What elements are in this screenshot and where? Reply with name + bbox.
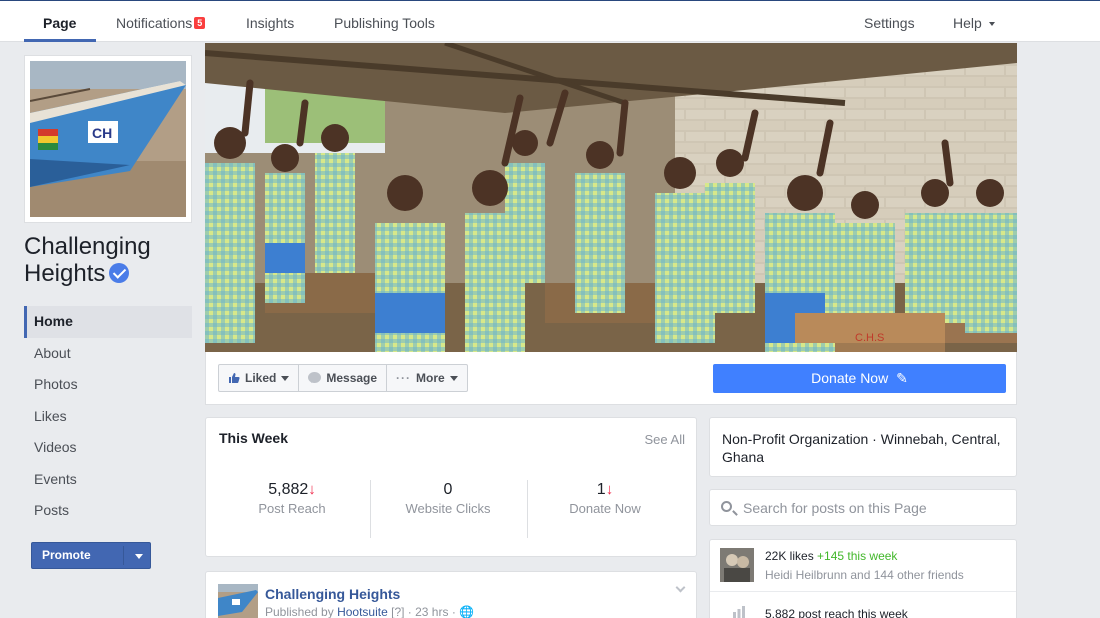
verified-badge-icon <box>109 263 130 283</box>
post-timestamp[interactable]: 23 hrs <box>415 605 448 618</box>
post-options-chevron-icon[interactable] <box>675 582 686 593</box>
post-author-avatar[interactable] <box>218 584 258 618</box>
stat-label: Post Reach <box>258 501 326 516</box>
page-category-location[interactable]: Non-Profit Organization · Winnebah, Cent… <box>722 431 1001 465</box>
promote-label: Promote <box>42 548 91 562</box>
stat-label: Website Clicks <box>405 501 491 516</box>
stat-value: 0 <box>443 481 453 498</box>
classroom-photo: C.H.S <box>205 43 1017 352</box>
tab-publishing-tools-label: Publishing Tools <box>334 15 435 31</box>
notifications-badge: 5 <box>194 17 206 29</box>
more-label: More <box>416 371 445 385</box>
sidebar-item-posts[interactable]: Posts <box>24 495 192 527</box>
stat-post-reach[interactable]: 5,882↓ Post Reach <box>214 480 370 518</box>
svg-text:C.H.S: C.H.S <box>855 332 884 344</box>
tab-insights[interactable]: Insights <box>246 1 294 42</box>
promote-button[interactable]: Promote <box>31 542 151 569</box>
page-action-bar: Liked Message ··· More Donate Now ✎ <box>205 352 1017 405</box>
search-input[interactable] <box>743 498 1003 518</box>
promote-divider <box>123 546 124 565</box>
divider <box>710 591 1016 592</box>
bar-chart-icon <box>733 606 745 618</box>
message-label: Message <box>326 371 378 385</box>
boat-thumbnail <box>218 584 258 618</box>
published-by-text: Published by <box>265 605 334 618</box>
likes-card: 22K likes +145 this week Heidi Heilbrunn… <box>709 539 1017 618</box>
globe-icon: 🌐 <box>459 605 475 618</box>
likes-change: +145 this week <box>817 549 898 563</box>
tab-notifications-label: Notifications <box>116 15 193 31</box>
sidebar-item-likes[interactable]: Likes <box>24 401 192 433</box>
chevron-down-icon <box>988 22 995 26</box>
tab-notifications[interactable]: Notifications 5 <box>116 1 206 42</box>
tab-publishing-tools[interactable]: Publishing Tools <box>334 1 435 42</box>
sidebar-nav: Home About Photos Likes Videos Events Po… <box>24 306 192 527</box>
sidebar-item-events[interactable]: Events <box>24 464 192 496</box>
tab-settings-label: Settings <box>864 15 915 31</box>
liked-label: Liked <box>245 371 277 385</box>
stat-label: Donate Now <box>569 501 641 516</box>
chevron-down-icon <box>281 375 290 381</box>
chevron-down-icon[interactable] <box>135 554 143 559</box>
tab-settings[interactable]: Settings <box>864 1 915 42</box>
thumbs-up-icon <box>229 373 240 383</box>
likes-count[interactable]: 22K likes <box>765 549 814 563</box>
this-week-card: This Week See All 5,882↓ Post Reach 0 We… <box>205 417 697 557</box>
pencil-icon[interactable]: ✎ <box>896 370 908 386</box>
sidebar-item-about[interactable]: About <box>24 338 192 370</box>
tab-page[interactable]: Page <box>43 1 76 42</box>
publisher-link[interactable]: Hootsuite <box>337 605 388 618</box>
more-dots-icon: ··· <box>396 371 412 385</box>
post-author-name[interactable]: Challenging Heights <box>265 586 400 602</box>
profile-picture[interactable]: CH <box>24 55 192 223</box>
friend-avatar[interactable] <box>720 548 754 582</box>
post-reach-summary[interactable]: 5,882 post reach this week <box>765 607 908 618</box>
search-icon <box>721 501 732 512</box>
post-meta: Published by Hootsuite [?] · 23 hrs · 🌐 <box>265 605 475 618</box>
boat-photo: CH <box>30 61 186 217</box>
sidebar-item-home[interactable]: Home <box>24 306 192 338</box>
tab-help-label: Help <box>953 15 982 31</box>
post-card: Challenging Heights Published by Hootsui… <box>205 571 697 618</box>
more-button[interactable]: ··· More <box>387 365 467 391</box>
friend-photo <box>720 548 754 582</box>
stat-website-clicks[interactable]: 0 Website Clicks <box>370 480 526 518</box>
donate-now-button[interactable]: Donate Now ✎ <box>713 364 1006 393</box>
sidebar-item-videos[interactable]: Videos <box>24 432 192 464</box>
page-name-text: Challenging Heights <box>24 233 151 287</box>
active-tab-indicator <box>24 39 96 42</box>
tab-insights-label: Insights <box>246 15 295 31</box>
page-top-tab-bar: Page Notifications 5 Insights Publishing … <box>0 0 1100 42</box>
trend-down-icon: ↓ <box>605 481 614 498</box>
trend-down-icon: ↓ <box>308 481 316 498</box>
search-card <box>709 489 1017 526</box>
sidebar-item-photos[interactable]: Photos <box>24 369 192 401</box>
tab-help[interactable]: Help <box>953 1 995 42</box>
stat-value: 1↓ <box>596 481 614 498</box>
help-link[interactable]: [?] <box>391 605 404 618</box>
donate-label: Donate Now <box>811 370 889 386</box>
liked-button[interactable]: Liked <box>219 365 300 391</box>
stat-value: 5,882↓ <box>268 481 316 498</box>
message-button[interactable]: Message <box>299 365 388 391</box>
svg-text:CH: CH <box>92 125 112 141</box>
friends-like-text[interactable]: Heidi Heilbrunn and 144 other friends <box>765 568 964 582</box>
about-card: Non-Profit Organization · Winnebah, Cent… <box>709 417 1017 477</box>
this-week-title: This Week <box>219 430 288 446</box>
messenger-icon <box>308 372 322 383</box>
page-title: Challenging Heights <box>24 233 194 287</box>
likes-summary: 22K likes +145 this week <box>765 549 897 563</box>
see-all-link[interactable]: See All <box>645 432 685 447</box>
stat-donate-now[interactable]: 1↓ Donate Now <box>527 480 683 518</box>
cover-photo[interactable]: C.H.S <box>205 43 1017 352</box>
page-button-group: Liked Message ··· More <box>218 364 468 392</box>
chevron-down-icon <box>449 375 458 381</box>
tab-page-label: Page <box>43 15 77 31</box>
